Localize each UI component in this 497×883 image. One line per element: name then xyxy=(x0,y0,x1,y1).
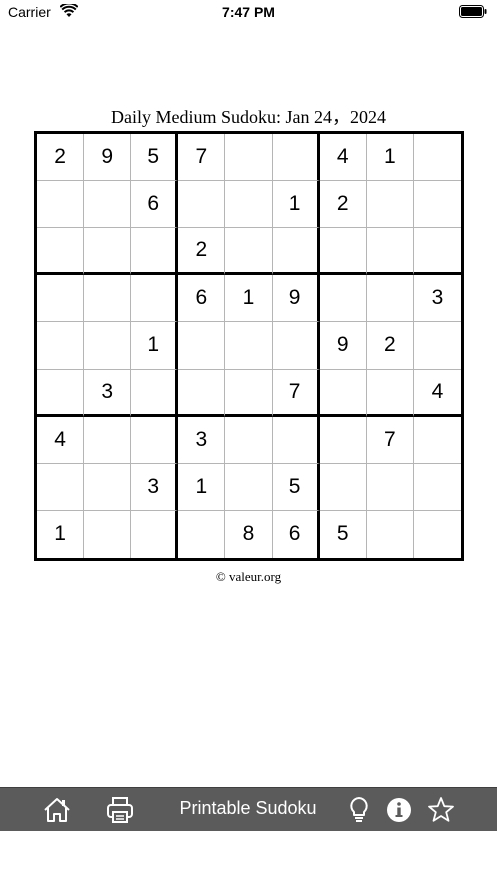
sudoku-cell-r3c9[interactable] xyxy=(413,228,461,276)
sudoku-cell-r5c7[interactable]: 9 xyxy=(319,322,367,370)
sudoku-cell-r3c4[interactable]: 2 xyxy=(178,228,226,276)
sudoku-cell-r9c8[interactable] xyxy=(367,510,414,558)
sudoku-cell-r4c2[interactable] xyxy=(84,275,132,323)
sudoku-cell-r6c5[interactable] xyxy=(225,369,273,417)
sudoku-cell-r4c7[interactable] xyxy=(319,275,367,323)
sudoku-cell-r9c1[interactable]: 1 xyxy=(37,510,85,558)
sudoku-cell-r4c1[interactable] xyxy=(37,275,85,323)
sudoku-cell-r5c8[interactable]: 2 xyxy=(366,322,414,370)
sudoku-cell-r5c5[interactable] xyxy=(225,322,273,370)
sudoku-cell-r6c7[interactable] xyxy=(319,369,367,417)
sudoku-cell-r5c9[interactable] xyxy=(413,322,461,370)
info-icon[interactable] xyxy=(384,795,414,825)
sudoku-cell-r5c1[interactable] xyxy=(37,322,85,370)
sudoku-cell-r1c1[interactable]: 2 xyxy=(37,134,85,182)
sudoku-cell-r2c8[interactable] xyxy=(366,181,414,229)
sudoku-cell-r4c8[interactable] xyxy=(366,275,414,323)
sudoku-cell-r9c2[interactable] xyxy=(84,510,132,558)
sudoku-cell-r8c7[interactable] xyxy=(319,463,367,511)
sudoku-cell-r2c3[interactable]: 6 xyxy=(131,181,179,229)
copyright-text: © valeur.org xyxy=(215,569,282,584)
sudoku-cell-r4c5[interactable]: 1 xyxy=(225,275,273,323)
battery-icon xyxy=(459,5,487,18)
puzzle-title: Daily Medium Sudoku: Jan 24，2024 xyxy=(111,107,386,127)
sudoku-cell-r7c9[interactable] xyxy=(413,417,461,464)
sudoku-cell-r2c6[interactable]: 1 xyxy=(272,181,320,229)
clock: 7:47 PM xyxy=(222,4,275,20)
sudoku-cell-r9c7[interactable]: 5 xyxy=(320,510,367,558)
sudoku-cell-r4c3[interactable] xyxy=(131,275,179,323)
sudoku-cell-r2c1[interactable] xyxy=(37,181,85,229)
star-icon[interactable] xyxy=(426,795,456,825)
sudoku-cell-r5c3[interactable]: 1 xyxy=(131,322,179,370)
sudoku-cell-r2c2[interactable] xyxy=(84,181,132,229)
sudoku-cell-r8c6[interactable]: 5 xyxy=(272,463,320,511)
sudoku-cell-r2c4[interactable] xyxy=(178,181,226,229)
toolbar-title: Printable Sudoku xyxy=(179,798,317,818)
sudoku-cell-r1c5[interactable] xyxy=(225,134,273,182)
sudoku-cell-r3c7[interactable] xyxy=(319,228,367,276)
sudoku-cell-r8c5[interactable] xyxy=(225,463,273,511)
sudoku-cell-r7c6[interactable] xyxy=(272,416,320,464)
sudoku-cell-r7c3[interactable] xyxy=(131,416,179,464)
sudoku-cell-r7c5[interactable] xyxy=(225,416,273,464)
sudoku-cell-r3c6[interactable] xyxy=(272,228,320,276)
print-icon[interactable] xyxy=(105,795,135,825)
sudoku-cell-r7c7[interactable] xyxy=(319,416,367,464)
sudoku-cell-r1c3[interactable]: 5 xyxy=(131,134,179,182)
sudoku-cell-r1c4[interactable]: 7 xyxy=(178,134,226,182)
sudoku-cell-r7c2[interactable] xyxy=(84,416,132,464)
sudoku-cell-r6c6[interactable]: 7 xyxy=(272,369,320,417)
sudoku-cell-r9c4[interactable] xyxy=(178,510,226,558)
sudoku-cell-r5c2[interactable] xyxy=(84,322,132,370)
sudoku-cell-r6c1[interactable] xyxy=(37,369,85,417)
sudoku-cell-r7c1[interactable]: 4 xyxy=(37,416,85,464)
sudoku-cell-r8c4[interactable]: 1 xyxy=(178,463,226,511)
sudoku-cell-r8c9[interactable] xyxy=(413,464,461,511)
sudoku-cell-r5c6[interactable] xyxy=(272,322,320,370)
sudoku-grid: 295741612261931923744373151865 xyxy=(34,131,464,561)
sudoku-cell-r6c8[interactable] xyxy=(366,369,414,417)
home-icon[interactable] xyxy=(42,795,72,825)
sudoku-cell-r2c5[interactable] xyxy=(225,181,273,229)
sudoku-cell-r3c8[interactable] xyxy=(366,228,414,276)
sudoku-cell-r6c2[interactable]: 3 xyxy=(84,369,132,417)
sudoku-cell-r4c9[interactable]: 3 xyxy=(413,275,461,323)
sudoku-cell-r6c9[interactable]: 4 xyxy=(413,370,461,417)
sudoku-cell-r8c3[interactable]: 3 xyxy=(131,463,179,511)
status-bar: Carrier 7:47 PM xyxy=(0,0,497,26)
sudoku-cell-r3c2[interactable] xyxy=(84,228,132,276)
sudoku-cell-r3c5[interactable] xyxy=(225,228,273,276)
sudoku-cell-r8c1[interactable] xyxy=(37,463,85,511)
sudoku-cell-r9c6[interactable]: 6 xyxy=(273,510,320,558)
sudoku-cell-r1c8[interactable]: 1 xyxy=(366,134,414,182)
sudoku-cell-r9c5[interactable]: 8 xyxy=(225,510,273,558)
sudoku-cell-r9c3[interactable] xyxy=(131,510,179,558)
bottom-toolbar: Printable Sudoku xyxy=(0,787,497,831)
lightbulb-icon[interactable] xyxy=(344,795,374,825)
sudoku-cell-r1c7[interactable]: 4 xyxy=(319,134,367,182)
sudoku-cell-r9c9[interactable] xyxy=(414,511,461,558)
sudoku-cell-r8c2[interactable] xyxy=(84,463,132,511)
sudoku-cell-r8c8[interactable] xyxy=(366,463,414,511)
sudoku-cell-r1c9[interactable] xyxy=(413,134,461,182)
sudoku-cell-r5c4[interactable] xyxy=(178,322,226,370)
sudoku-cell-r4c6[interactable]: 9 xyxy=(272,275,320,323)
sudoku-cell-r2c7[interactable]: 2 xyxy=(319,181,367,229)
sudoku-cell-r7c4[interactable]: 3 xyxy=(178,416,226,464)
sudoku-cell-r3c1[interactable] xyxy=(37,228,85,276)
sudoku-cell-r6c3[interactable] xyxy=(131,369,179,417)
sudoku-cell-r3c3[interactable] xyxy=(131,228,179,276)
sudoku-cell-r2c9[interactable] xyxy=(413,181,461,229)
sudoku-cell-r1c6[interactable] xyxy=(272,134,320,182)
sudoku-cell-r7c8[interactable]: 7 xyxy=(366,416,414,464)
sudoku-cell-r4c4[interactable]: 6 xyxy=(178,275,226,323)
sudoku-cell-r1c2[interactable]: 9 xyxy=(84,134,132,182)
sudoku-cell-r6c4[interactable] xyxy=(178,369,226,417)
